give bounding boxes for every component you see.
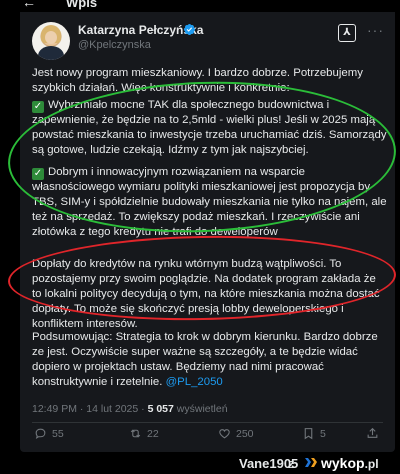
- like-count: 250: [236, 428, 254, 440]
- repost-count: 22: [147, 428, 159, 440]
- tweet-paragraph: Dopłaty do kredytów na rynku wtórnym bud…: [32, 258, 380, 330]
- more-options-icon[interactable]: ···: [367, 22, 384, 38]
- avatar-face: [45, 31, 57, 44]
- watermark: Vane1905 z wykop.pl: [0, 454, 400, 474]
- bookmark-count: 5: [320, 428, 326, 440]
- bookmark-icon: [304, 428, 313, 440]
- repost-button[interactable]: 22: [129, 427, 159, 440]
- bookmark-button[interactable]: 5: [302, 427, 326, 440]
- action-bar: 55 22 250 5: [32, 427, 383, 445]
- wykop-logo: wykop.pl: [303, 454, 399, 472]
- wykop-domain: .pl: [364, 457, 379, 471]
- top-bar: ← Wpis: [0, 0, 400, 12]
- back-arrow-icon[interactable]: ←: [22, 0, 36, 10]
- tweet-paragraph: Podsumowując: Strategia to krok w dobrym…: [32, 330, 387, 390]
- wykop-site: wykop.pl: [321, 455, 379, 471]
- heart-icon: [219, 429, 230, 439]
- reply-count: 55: [52, 428, 64, 440]
- tweet-paragraph-checked: ✓ Dobrym i innowacyjnym rozwiązaniem na w…: [32, 165, 387, 240]
- share-button[interactable]: [366, 427, 379, 440]
- repost-icon: [130, 429, 141, 438]
- views-label: wyświetleń: [173, 403, 228, 415]
- mention-link[interactable]: @PL_2050: [166, 376, 223, 388]
- grok-button[interactable]: ⅄: [338, 24, 356, 42]
- wykop-logo-icon: [305, 458, 317, 467]
- tweet-card: Katarzyna Pełczyńska @Kpelczynska ⅄ ··· …: [20, 12, 395, 452]
- author-handle[interactable]: @Kpelczynska: [78, 39, 151, 51]
- wykop-name: wykop: [321, 455, 365, 471]
- views-count: 5 057: [147, 403, 174, 415]
- tweet-meta: 12:49 PM · 14 lut 2025 · 5 057 wyświetle…: [32, 403, 228, 415]
- tweet-paragraph-checked: ✓ Wybrzmiało mocne TAK dla społecznego bu…: [32, 98, 387, 158]
- avatar-body: [38, 46, 64, 60]
- like-button[interactable]: 250: [218, 427, 254, 440]
- checkmark-icon: ✓: [32, 101, 44, 113]
- checkmark-icon: ✓: [32, 168, 44, 180]
- avatar[interactable]: [32, 22, 70, 60]
- reply-button[interactable]: 55: [34, 427, 64, 440]
- verified-badge-icon: [183, 23, 196, 36]
- share-icon: [367, 427, 378, 438]
- page-title: Wpis: [66, 0, 98, 10]
- watermark-z: z: [288, 456, 295, 471]
- reply-icon: [35, 428, 46, 439]
- tweet-paragraph-text: Dobrym i innowacyjnym rozwiązaniem na ws…: [32, 166, 387, 238]
- tweet-timestamp[interactable]: 12:49 PM · 14 lut 2025 ·: [32, 403, 148, 415]
- tweet-paragraph: Jest nowy program mieszkaniowy. I bardzo…: [32, 67, 363, 94]
- tweet-paragraph-text: Wybrzmiało mocne TAK dla społecznego bud…: [32, 99, 387, 156]
- divider: [32, 422, 383, 423]
